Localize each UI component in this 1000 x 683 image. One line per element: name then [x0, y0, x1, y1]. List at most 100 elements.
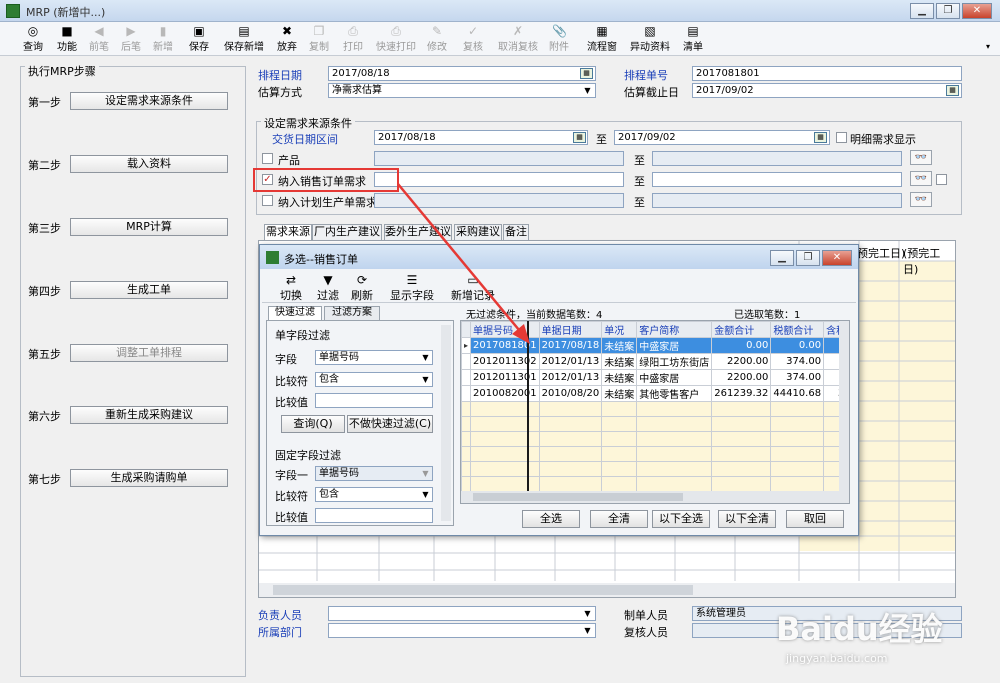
toolbar-overflow-icon[interactable]: ▾	[986, 42, 990, 51]
toolbar-button-0[interactable]: ◎ 查询	[22, 24, 44, 54]
toolbar-button-17[interactable]: ▤ 清单	[680, 24, 706, 54]
close-button[interactable]: ✕	[822, 250, 852, 266]
dialog-tool-2[interactable]: ⟳ 刷新	[348, 273, 376, 303]
tab-purchase[interactable]: 采购建议	[454, 224, 502, 240]
binoculars-icon[interactable]: 👓	[910, 171, 932, 186]
table-row[interactable]: 2010082001 2010/08/20 未结案 其他零售客户 261239.32 44…	[461, 385, 849, 402]
estimate-method-select[interactable]: 净需求估算	[328, 83, 596, 98]
calendar-icon[interactable]: ▦	[573, 132, 586, 143]
tab-filter-scheme[interactable]: 过滤方案	[324, 306, 380, 320]
toolbar-button-7[interactable]: ✖ 放弃	[274, 24, 300, 54]
calendar-icon[interactable]: ▦	[580, 68, 593, 79]
plan-order-checkbox[interactable]	[262, 195, 273, 206]
tab-inhouse-production[interactable]: 厂内生产建议	[312, 224, 382, 240]
chevron-down-icon[interactable]: ▼	[419, 488, 432, 501]
column-header[interactable]: 单据日期	[538, 321, 603, 338]
step-label: 第一步	[28, 96, 61, 109]
binoculars-icon[interactable]: 👓	[910, 150, 932, 165]
dialog-tool-4[interactable]: ▭ 新增记录	[446, 273, 500, 303]
column-header[interactable]: 客户简称	[636, 321, 713, 338]
toolbar-icon: ▤	[687, 24, 699, 38]
table-row[interactable]: ▸20170818012017/08/18未结案中盛家居0.000.000	[461, 337, 849, 354]
scroll-thumb[interactable]	[473, 493, 683, 501]
close-button[interactable]: ✕	[962, 3, 992, 19]
toolbar-button-15[interactable]: ▦ 流程窗	[584, 24, 620, 54]
dialog-button-0[interactable]: 全选	[522, 510, 580, 528]
dialog-tool-0[interactable]: ⇄ 切换	[276, 273, 306, 303]
table-cell: 未结案	[601, 385, 638, 402]
product-from-field[interactable]	[374, 151, 624, 166]
dialog-button-3[interactable]: 以下全清	[718, 510, 776, 528]
toolbar-button-6[interactable]: ▤ 保存新增	[222, 24, 266, 54]
tab-demand-source[interactable]: 需求来源	[264, 224, 312, 241]
schedule-date-field[interactable]: 2017/08/18	[328, 66, 596, 81]
operator2-select[interactable]: 包含	[315, 487, 433, 502]
tab-notes[interactable]: 备注	[503, 224, 529, 240]
dialog-button-2[interactable]: 以下全选	[652, 510, 710, 528]
chevron-down-icon[interactable]: ▼	[419, 351, 432, 364]
table-cell	[538, 476, 603, 492]
chevron-down-icon[interactable]: ▼	[419, 373, 432, 386]
dialog-tool-3[interactable]: ☰ 显示字段	[388, 273, 436, 303]
delivery-from-field[interactable]: 2017/08/18	[374, 130, 588, 145]
binoculars-icon[interactable]: 👓	[910, 192, 932, 207]
chevron-down-icon[interactable]: ▼	[581, 84, 594, 97]
calendar-icon[interactable]: ▦	[946, 85, 959, 96]
value2-label: 比较值	[275, 511, 308, 524]
table-cell: 374.00	[770, 353, 825, 370]
field-select[interactable]: 单据号码	[315, 350, 433, 365]
owner-select[interactable]	[328, 606, 596, 621]
app-icon	[266, 251, 279, 264]
table-row[interactable]: 2012011302 2012/01/13 未结案 绿阳工坊东街店 2200.00 374…	[461, 353, 849, 370]
toolbar-button-16[interactable]: ▧ 异动资料	[628, 24, 672, 54]
dept-select[interactable]	[328, 623, 596, 638]
chevron-down-icon[interactable]: ▼	[581, 624, 594, 637]
step-button-3[interactable]: MRP计算	[70, 218, 228, 236]
column-header[interactable]: 单况	[601, 321, 638, 338]
minimize-button[interactable]: ▁	[910, 3, 934, 19]
tab-quick-filter[interactable]: 快速过滤	[268, 306, 322, 320]
detail-display-checkbox[interactable]	[836, 132, 847, 143]
value-input[interactable]	[315, 393, 433, 408]
operator-select[interactable]: 包含	[315, 372, 433, 387]
dialog-tool-label: 新增记录	[451, 289, 495, 302]
vertical-scrollbar[interactable]	[839, 321, 849, 491]
plan-to-field[interactable]	[652, 193, 902, 208]
schedule-no-field[interactable]: 2017081801	[692, 66, 962, 81]
estimate-end-field[interactable]: 2017/09/02	[692, 83, 962, 98]
product-checkbox[interactable]	[262, 153, 273, 164]
table-row[interactable]: 2012011301 2012/01/13 未结案 中盛家居 2200.00 374.00…	[461, 369, 849, 386]
scrollbar[interactable]	[441, 325, 451, 521]
dialog-button-1[interactable]: 全清	[590, 510, 648, 528]
column-header[interactable]: 金额合计	[711, 321, 772, 338]
maximize-button[interactable]: ❐	[796, 250, 820, 266]
tab-outsource-production[interactable]: 委外生产建议	[384, 224, 452, 240]
column-header[interactable]: 税额合计	[770, 321, 825, 338]
step-button-7[interactable]: 生成采购请购单	[70, 469, 228, 487]
empty-row	[461, 416, 849, 432]
toolbar-button-1[interactable]: ■ 功能	[54, 24, 80, 54]
dialog-tool-1[interactable]: ▼ 过滤	[314, 273, 342, 303]
step-button-2[interactable]: 载入资料	[70, 155, 228, 173]
sales-to-field[interactable]	[652, 172, 902, 187]
table-cell	[770, 461, 825, 477]
chevron-down-icon[interactable]: ▼	[581, 607, 594, 620]
step-button-6[interactable]: 重新生成采购建议	[70, 406, 228, 424]
step-label: 第六步	[28, 410, 61, 423]
step-button-4[interactable]: 生成工单	[70, 281, 228, 299]
query-button[interactable]: 查询(Q)	[281, 415, 345, 433]
dialog-button-4[interactable]: 取回	[786, 510, 844, 528]
toolbar-button-5[interactable]: ▣ 保存	[186, 24, 212, 54]
sales-extra-checkbox[interactable]	[936, 174, 947, 185]
plan-from-field[interactable]	[374, 193, 624, 208]
product-to-field[interactable]	[652, 151, 902, 166]
calendar-icon[interactable]: ▦	[814, 132, 827, 143]
value2-input[interactable]	[315, 508, 433, 523]
fixed-filter-title: 固定字段过滤	[275, 449, 341, 462]
no-quick-filter-button[interactable]: 不做快速过滤(C)	[347, 415, 433, 433]
step-button-1[interactable]: 设定需求来源条件	[70, 92, 228, 110]
maximize-button[interactable]: ❐	[936, 3, 960, 19]
sales-from-field[interactable]	[374, 172, 624, 187]
delivery-to-field[interactable]: 2017/09/02	[614, 130, 830, 145]
minimize-button[interactable]: ▁	[770, 250, 794, 266]
